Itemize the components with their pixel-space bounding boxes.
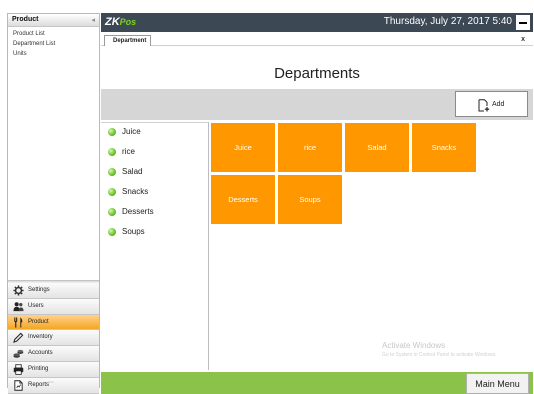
activate-windows-watermark: Activate Windows (382, 341, 446, 350)
list-item[interactable]: Soups (101, 223, 208, 243)
sidebar-header-title: Product (12, 16, 39, 23)
app-logo: ZKPos (105, 16, 137, 28)
tile-label: Desserts (228, 195, 258, 204)
green-dot-icon (108, 168, 116, 176)
pencil-icon (13, 333, 24, 344)
page-title: Departments (274, 65, 360, 82)
nav-label-settings: Settings (28, 287, 50, 293)
fork-knife-icon (13, 317, 23, 328)
main-menu-label: Main Menu (475, 379, 520, 389)
department-tile-soups[interactable]: Soups (278, 175, 342, 224)
tab-strip: Department x (101, 32, 533, 46)
nav-item-accounts[interactable]: Accounts (8, 346, 99, 362)
add-document-icon (478, 99, 490, 112)
nav-label-reports: Reports (28, 381, 50, 388)
department-list: Juice rice Salad Snacks Desserts Soups (101, 122, 209, 370)
list-item[interactable]: Desserts (101, 203, 208, 223)
printer-icon (13, 364, 24, 375)
sidebar-panel: Product ◂ Product List Department List U… (7, 13, 100, 394)
close-icon[interactable]: x (521, 36, 525, 43)
department-tile-juice[interactable]: Juice (211, 123, 275, 172)
department-tile-snacks[interactable]: Snacks (412, 123, 476, 172)
nav-item-inventory[interactable]: Inventory (8, 330, 99, 347)
green-dot-icon (108, 208, 116, 216)
sidebar-header: Product ◂ (8, 14, 99, 27)
tile-label: Snacks (431, 143, 457, 152)
department-tile-rice[interactable]: rice (278, 123, 342, 172)
main-area: ZKPos Thursday, July 27, 2017 5:40 Depar… (101, 13, 533, 394)
green-dot-icon (108, 188, 116, 196)
list-item-label: Soups (122, 227, 145, 236)
list-item-label: Salad (122, 167, 143, 176)
tab-department[interactable]: Department (104, 35, 152, 46)
department-tile-desserts[interactable]: Desserts (211, 175, 275, 224)
green-dot-icon (108, 148, 116, 156)
add-button[interactable]: Add (455, 91, 528, 117)
sidebar-nav: Settings Users Product Inventory Account… (8, 283, 99, 394)
department-tile-salad[interactable]: Salad (345, 123, 409, 172)
content-area: Juice rice Salad Snacks Desserts Soups J… (101, 122, 533, 370)
list-item[interactable]: Salad (101, 163, 208, 183)
pin-icon[interactable]: ◂ (91, 16, 95, 24)
activate-windows-hint: Go to System in Control Panel to activat… (382, 352, 497, 358)
list-item-label: Desserts (122, 207, 154, 216)
tile-label: Salad (367, 143, 387, 152)
users-icon (13, 301, 24, 311)
green-dot-icon (108, 128, 116, 136)
nav-item-settings[interactable]: Settings (8, 283, 99, 299)
tile-label: rice (303, 143, 317, 152)
coins-icon (13, 350, 24, 358)
tile-label: Soups (299, 195, 321, 204)
green-dot-icon (108, 228, 116, 236)
sidebar-link-units[interactable]: Units (8, 49, 99, 59)
list-item[interactable]: Juice (101, 123, 208, 143)
nav-label-product: Product (28, 318, 49, 325)
footer-bar: Main Menu (101, 372, 533, 394)
datetime-display: Thursday, July 27, 2017 5:40 (383, 16, 512, 27)
toolbar: Add (101, 89, 533, 120)
list-item[interactable]: rice (101, 143, 208, 163)
gear-icon (13, 285, 24, 296)
add-button-label: Add (492, 101, 505, 108)
nav-label-inventory: Inventory (28, 334, 53, 341)
resize-grip-icon[interactable]: ⋯ (48, 379, 54, 386)
title-bar: ZKPos Thursday, July 27, 2017 5:40 (101, 13, 533, 32)
main-menu-button[interactable]: Main Menu (466, 373, 529, 394)
nav-label-accounts: Accounts (28, 350, 53, 357)
list-item-label: Juice (122, 127, 141, 136)
nav-item-printing[interactable]: Printing (8, 361, 99, 378)
nav-item-product[interactable]: Product (8, 314, 99, 331)
list-item[interactable]: Snacks (101, 183, 208, 203)
list-item-label: Snacks (122, 187, 149, 196)
minimize-button[interactable] (516, 15, 530, 30)
nav-label-users: Users (28, 302, 44, 309)
sidebar-link-department-list[interactable]: Department List (8, 39, 99, 49)
report-icon (14, 380, 23, 391)
sidebar-link-list: Product List Department List Units (8, 29, 99, 59)
nav-label-printing: Printing (28, 365, 49, 372)
sidebar-link-product-list[interactable]: Product List (8, 29, 99, 39)
tile-label: Juice (234, 143, 252, 152)
nav-item-users[interactable]: Users (8, 298, 99, 315)
list-item-label: rice (122, 147, 135, 156)
